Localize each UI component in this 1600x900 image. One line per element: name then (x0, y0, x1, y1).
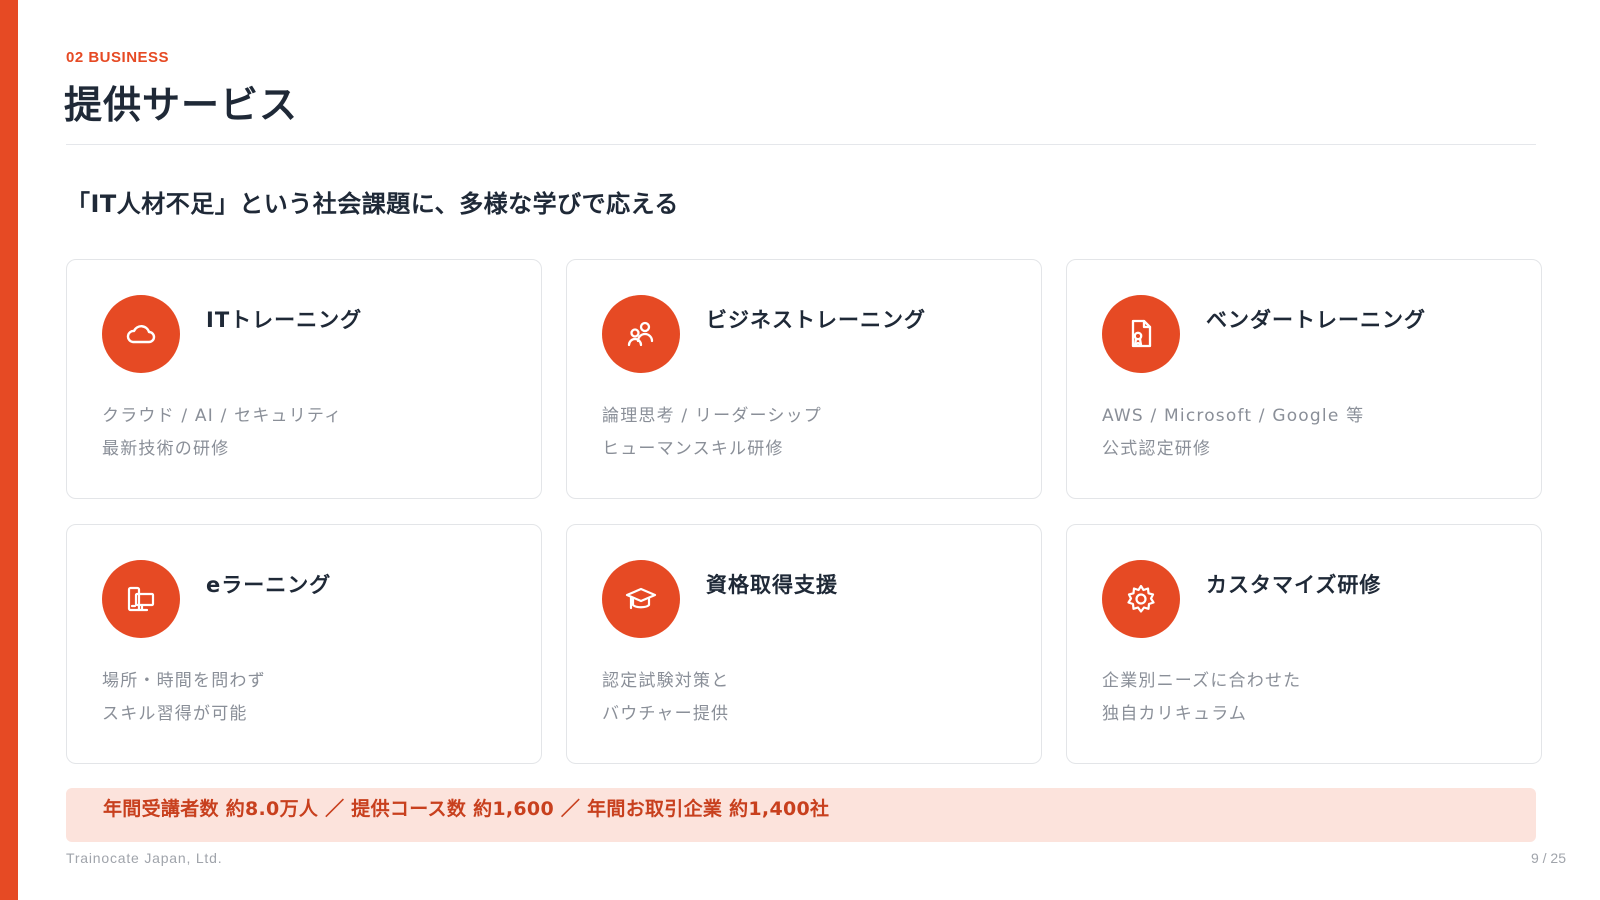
slide: 02 BUSINESS 提供サービス 「IT人材不足」という社会課題に、多様な学… (0, 0, 1600, 900)
service-card-custom-training: カスタマイズ研修 企業別ニーズに合わせた 独自カリキュラム (1066, 524, 1542, 764)
card-description: 企業別ニーズに合わせた 独自カリキュラム (1102, 665, 1301, 731)
card-description-line: 企業別ニーズに合わせた (1102, 671, 1302, 691)
card-description-line: 論理思考 / リーダーシップ (602, 406, 822, 426)
certificate-document-icon (1102, 295, 1180, 373)
card-title: 資格取得支援 (706, 573, 838, 597)
card-description: 認定試験対策と バウチャー提供 (602, 665, 729, 731)
card-description-line: ヒューマンスキル研修 (602, 439, 784, 459)
service-card-vendor-training: ベンダートレーニング AWS / Microsoft / Google 等 公式… (1066, 259, 1542, 499)
gear-icon (1102, 560, 1180, 638)
card-description: 論理思考 / リーダーシップ ヒューマンスキル研修 (602, 400, 822, 466)
page-number: 9 / 25 (1530, 850, 1566, 866)
card-description-line: クラウド / AI / セキュリティ (102, 406, 343, 426)
card-description-line: 認定試験対策と (602, 671, 730, 691)
card-description: AWS / Microsoft / Google 等 公式認定研修 (1102, 400, 1364, 466)
card-description-line: 公式認定研修 (1102, 439, 1212, 459)
headline: 「IT人材不足」という社会課題に、多様な学びで応える (66, 190, 679, 218)
card-title: カスタマイズ研修 (1206, 573, 1382, 597)
card-title: eラーニング (206, 573, 332, 597)
card-description-line: 場所・時間を問わず (102, 671, 266, 691)
card-description: クラウド / AI / セキュリティ 最新技術の研修 (102, 400, 342, 466)
stats-banner: 年間受講者数 約8.0万人 ／ 提供コース数 約1,600 ／ 年間お取引企業 … (66, 788, 1536, 842)
service-card-it-training: ITトレーニング クラウド / AI / セキュリティ 最新技術の研修 (66, 259, 542, 499)
card-title: ベンダートレーニング (1206, 308, 1426, 332)
service-cards: ITトレーニング クラウド / AI / セキュリティ 最新技術の研修 ビジネス… (66, 259, 1544, 764)
service-card-business-training: ビジネストレーニング 論理思考 / リーダーシップ ヒューマンスキル研修 (566, 259, 1042, 499)
section-label: 02 BUSINESS (66, 49, 170, 66)
card-title: ビジネストレーニング (706, 308, 926, 332)
card-description-line: 最新技術の研修 (102, 439, 230, 459)
service-card-certification-support: 資格取得支援 認定試験対策と バウチャー提供 (566, 524, 1042, 764)
graduation-cap-icon (602, 560, 680, 638)
people-icon (602, 295, 680, 373)
card-description-line: 独自カリキュラム (1102, 704, 1248, 724)
service-card-e-learning: eラーニング 場所・時間を問わず スキル習得が可能 (66, 524, 542, 764)
devices-icon (102, 560, 180, 638)
card-description-line: AWS / Microsoft / Google 等 (1102, 406, 1365, 426)
footer-company: Trainocate Japan, Ltd. (66, 850, 223, 866)
page-title: 提供サービス (64, 83, 299, 127)
card-description-line: バウチャー提供 (602, 704, 730, 724)
accent-bar (0, 0, 18, 900)
title-divider (66, 144, 1536, 145)
card-description: 場所・時間を問わず スキル習得が可能 (102, 665, 266, 731)
cloud-icon (102, 295, 180, 373)
stats-text: 年間受講者数 約8.0万人 ／ 提供コース数 約1,600 ／ 年間お取引企業 … (103, 798, 830, 820)
card-description-line: スキル習得が可能 (102, 704, 248, 724)
card-title: ITトレーニング (206, 308, 363, 332)
